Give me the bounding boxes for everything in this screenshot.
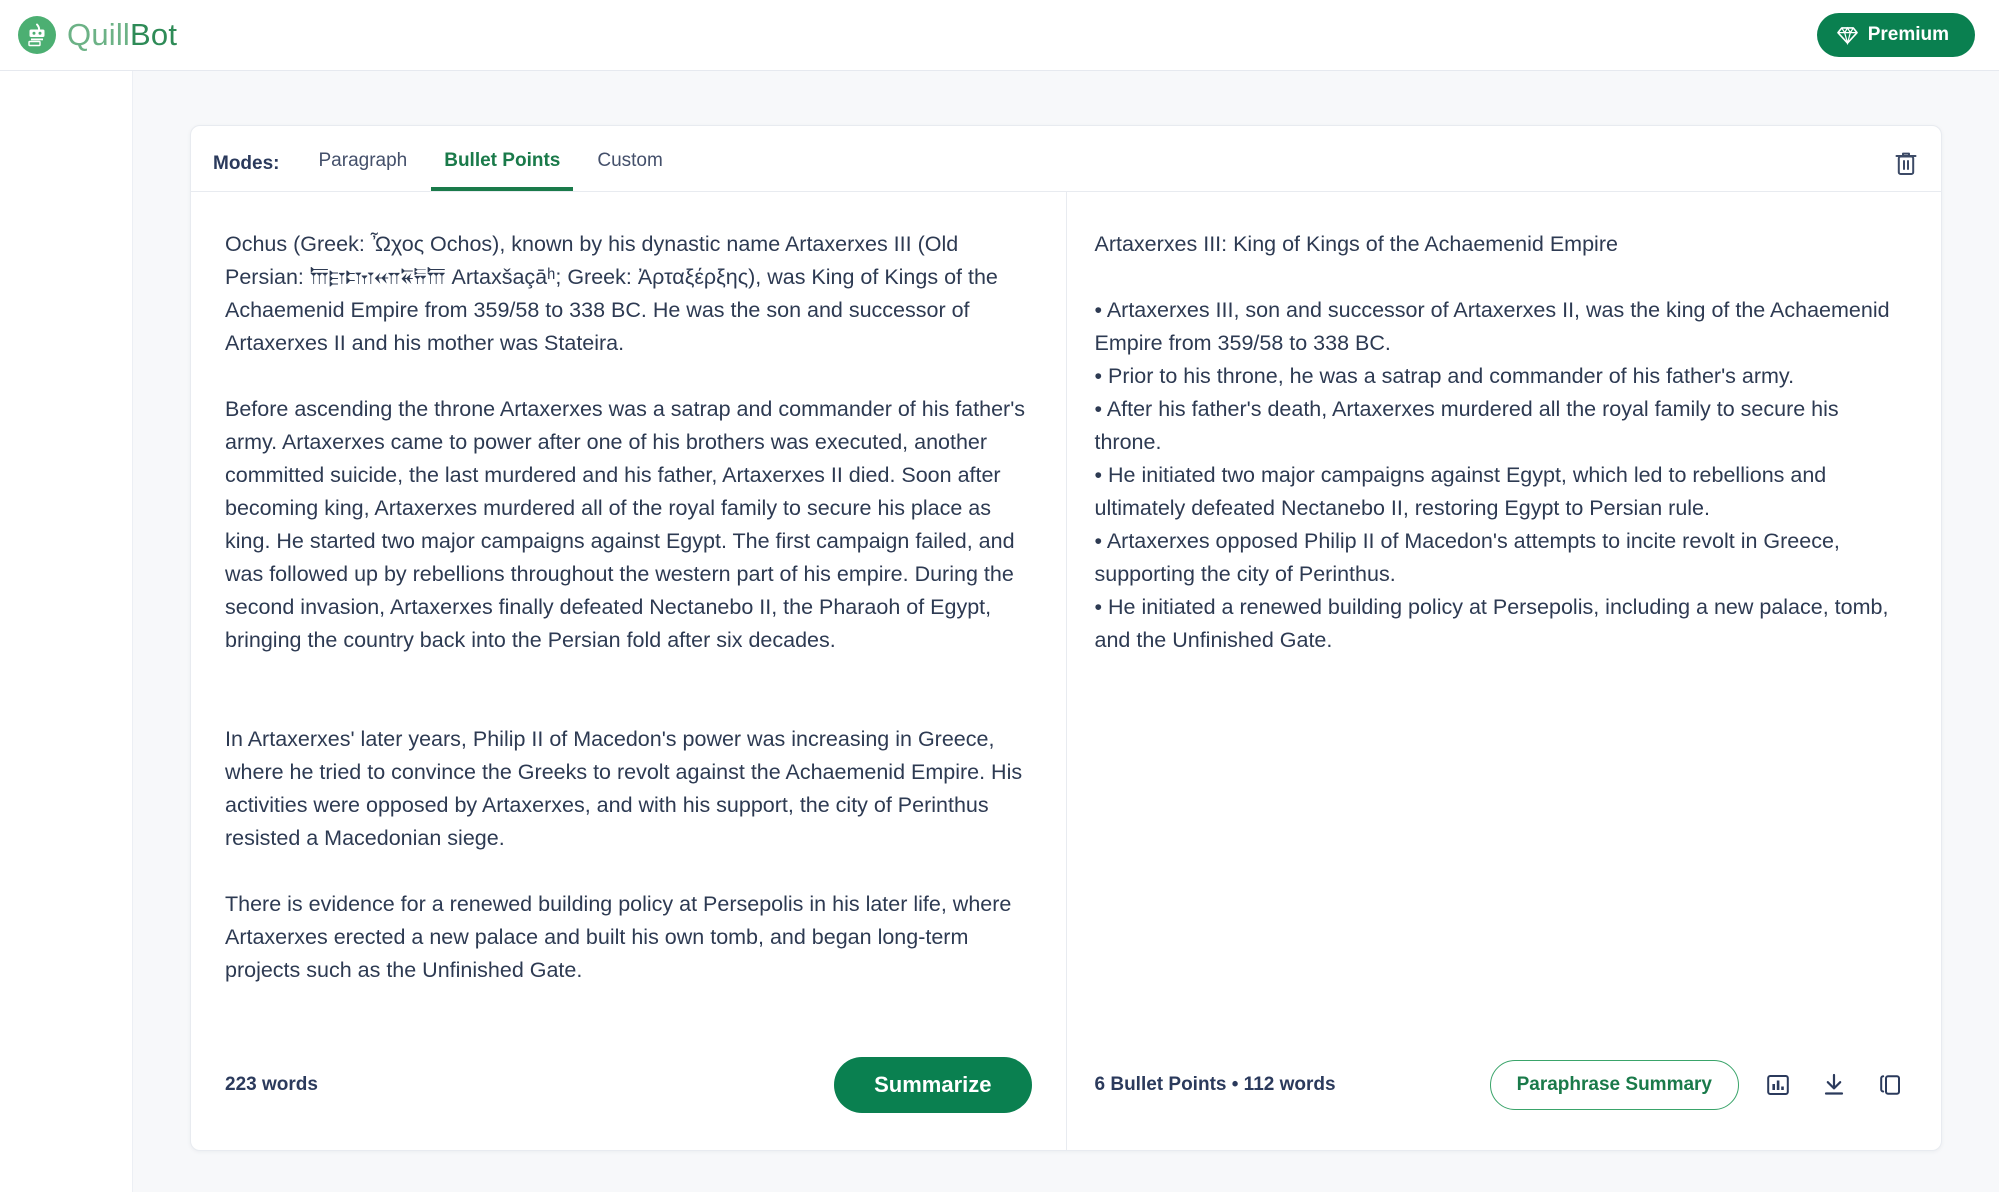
input-footer: 223 words Summarize <box>191 1038 1066 1150</box>
delete-button[interactable] <box>1893 150 1919 191</box>
output-pane: Artaxerxes III: King of Kings of the Ach… <box>1067 192 1942 1150</box>
download-button[interactable] <box>1817 1068 1851 1102</box>
summary-stats: 6 Bullet Points • 112 words <box>1094 1074 1336 1095</box>
summary-text: Artaxerxes III: King of Kings of the Ach… <box>1094 232 1890 652</box>
input-text-area[interactable]: Ochus (Greek: Ὦχος Ochos), known by his … <box>191 192 1066 1038</box>
copy-button[interactable] <box>1873 1068 1907 1102</box>
tab-bullet-points[interactable]: Bullet Points <box>431 150 574 191</box>
output-actions: Paraphrase Summary <box>1489 1060 1907 1110</box>
premium-label: Premium <box>1867 24 1949 45</box>
modes-tab-group: Modes: Paragraph Bullet Points Custom <box>213 126 687 191</box>
tab-paragraph[interactable]: Paragraph <box>306 150 421 191</box>
stats-button[interactable] <box>1761 1068 1795 1102</box>
brand-bot-text: Bot <box>130 17 178 52</box>
modes-toolbar: Modes: Paragraph Bullet Points Custom <box>191 126 1941 192</box>
editor-panes: Ochus (Greek: Ὦχος Ochos), known by his … <box>191 192 1941 1150</box>
quillbot-logo[interactable]: QuillBot <box>18 16 177 54</box>
input-word-count: 223 words <box>225 1074 318 1095</box>
paraphrase-summary-button[interactable]: Paraphrase Summary <box>1489 1060 1739 1110</box>
summarizer-card: Modes: Paragraph Bullet Points Custom Oc… <box>190 125 1942 1151</box>
brand-wordmark: QuillBot <box>67 17 177 53</box>
tab-custom[interactable]: Custom <box>584 150 675 191</box>
left-sidebar-rail <box>0 71 133 1192</box>
copy-icon <box>1877 1075 1903 1101</box>
download-icon <box>1821 1073 1847 1101</box>
quillbot-robot-icon <box>18 16 56 54</box>
modes-label: Modes: <box>213 153 280 174</box>
output-footer: 6 Bullet Points • 112 words Paraphrase S… <box>1067 1038 1942 1150</box>
input-text: Ochus (Greek: Ὦχος Ochos), known by his … <box>225 232 1026 982</box>
diamond-icon <box>1836 26 1858 45</box>
stats-icon <box>1765 1075 1791 1101</box>
output-text-area[interactable]: Artaxerxes III: King of Kings of the Ach… <box>1067 192 1942 1038</box>
top-navigation-bar: QuillBot Premium <box>0 0 1999 71</box>
trash-icon <box>1893 152 1919 180</box>
brand-quill-text: Quill <box>67 17 131 52</box>
summarize-button[interactable]: Summarize <box>834 1057 1032 1113</box>
premium-button[interactable]: Premium <box>1816 13 1975 57</box>
input-pane: Ochus (Greek: Ὦχος Ochos), known by his … <box>191 192 1067 1150</box>
workspace-area: Modes: Paragraph Bullet Points Custom Oc… <box>133 71 1999 1192</box>
